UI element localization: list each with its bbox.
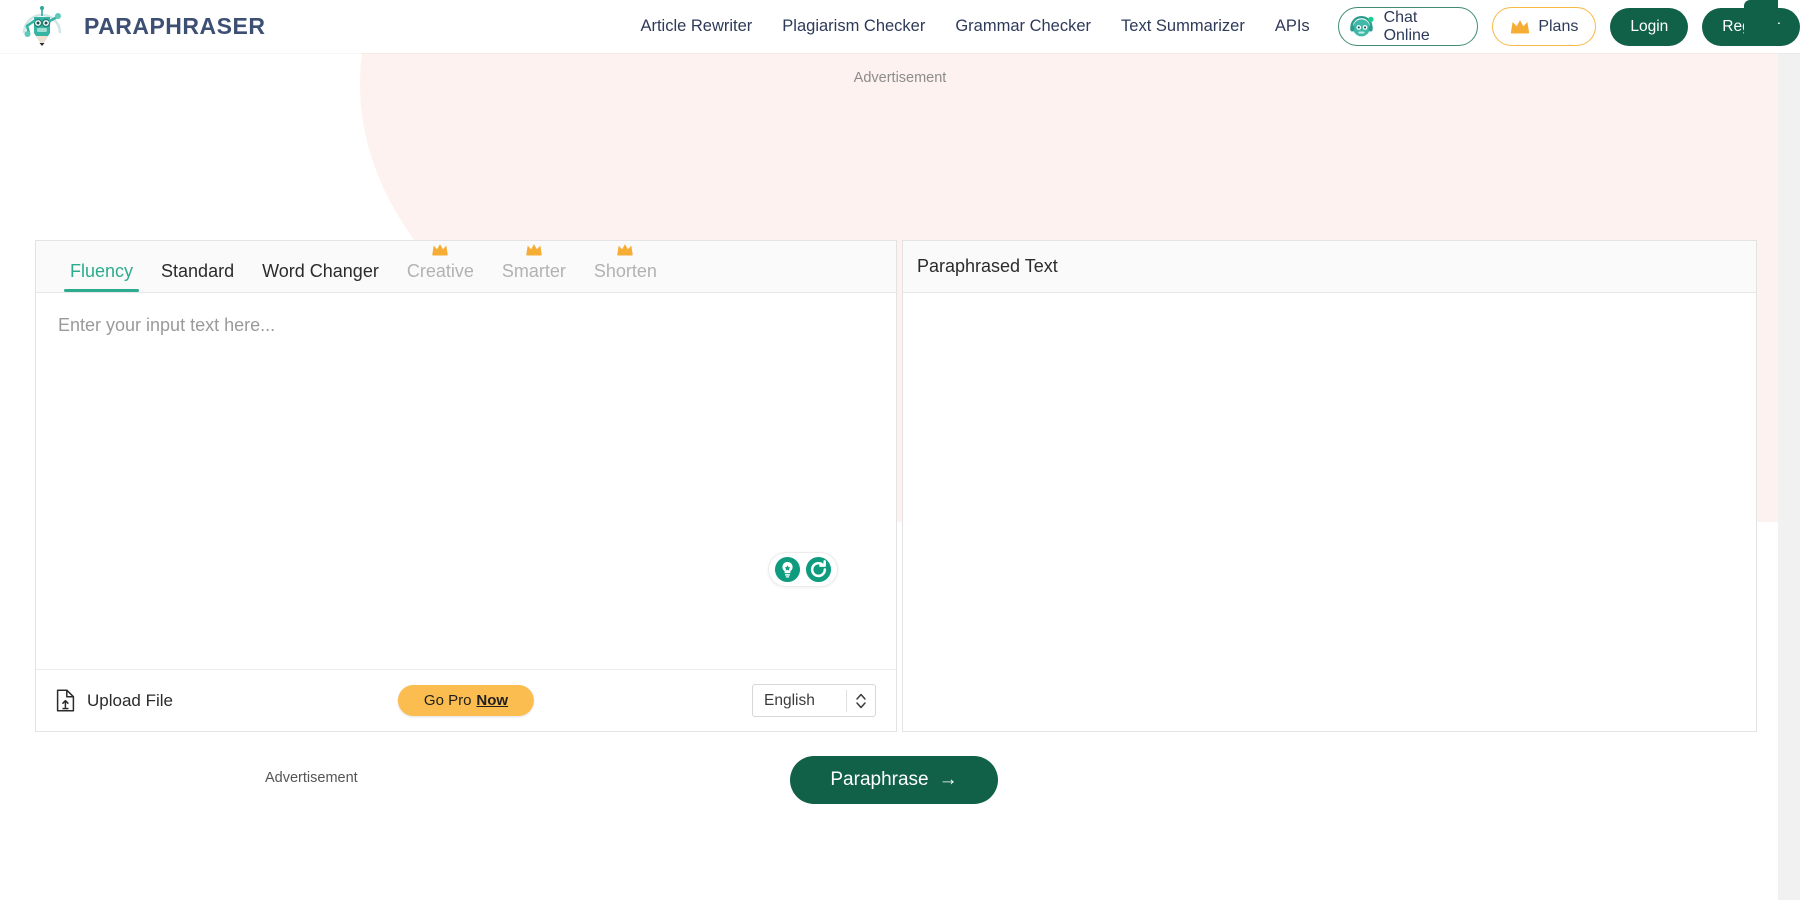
- output-panel: Paraphrased Text: [902, 240, 1757, 732]
- tab-fluency-label: Fluency: [70, 261, 134, 281]
- right-edge-strip: [1778, 52, 1800, 900]
- output-textarea[interactable]: [903, 293, 1756, 731]
- paraphrase-button-label: Paraphrase: [830, 769, 929, 790]
- chevron-updown-icon: [847, 691, 875, 711]
- file-upload-icon: [56, 689, 75, 712]
- tab-creative-label: Creative: [406, 261, 474, 281]
- go-pro-prefix: Go Pro: [423, 692, 472, 709]
- language-select-value: English: [764, 691, 815, 709]
- tab-smarter[interactable]: Smarter: [488, 244, 580, 292]
- refresh-icon[interactable]: [805, 556, 832, 583]
- tab-shorten[interactable]: Shorten: [580, 244, 671, 292]
- brand[interactable]: PARAPHRASER: [18, 3, 265, 51]
- nav-item-article-rewriter[interactable]: Article Rewriter: [640, 17, 752, 36]
- nav-item-text-summarizer[interactable]: Text Summarizer: [1121, 17, 1245, 36]
- page-root: PARAPHRASER Article Rewriter Plagiarism …: [0, 0, 1800, 900]
- editor-tool-group: [768, 552, 838, 587]
- input-placeholder: Enter your input text here...: [58, 315, 276, 335]
- tab-standard[interactable]: Standard: [147, 262, 248, 292]
- language-select[interactable]: English: [752, 684, 876, 717]
- tab-word-changer[interactable]: Word Changer: [248, 262, 393, 292]
- login-button[interactable]: Login: [1610, 7, 1689, 46]
- crown-icon: [617, 244, 634, 256]
- robot-pencil-mascot-icon: [22, 5, 62, 46]
- chat-online-button[interactable]: Chat Online: [1337, 7, 1479, 46]
- output-panel-title: Paraphrased Text: [917, 256, 1058, 276]
- nav-item-grammar-checker[interactable]: Grammar Checker: [955, 17, 1091, 36]
- tab-standard-label: Standard: [161, 261, 235, 281]
- paraphrase-button[interactable]: Paraphrase →: [790, 756, 998, 804]
- tab-shorten-label: Shorten: [593, 261, 657, 281]
- go-pro-button[interactable]: Go Pro Now: [397, 685, 535, 716]
- tab-fluency[interactable]: Fluency: [56, 262, 147, 292]
- brand-name: PARAPHRASER: [84, 13, 266, 39]
- upload-file-label: Upload File: [87, 690, 173, 710]
- arrow-right-icon: →: [938, 769, 958, 790]
- input-textarea[interactable]: Enter your input text here...: [36, 293, 896, 669]
- tab-creative[interactable]: Creative: [393, 244, 488, 292]
- tab-word-changer-label: Word Changer: [262, 261, 379, 281]
- crown-icon: [1511, 20, 1530, 34]
- editor-panels: Fluency Standard Word Changer Creative S…: [35, 240, 1757, 732]
- header-actions: Chat Online Plans Login Register: [1337, 7, 1800, 46]
- output-panel-header: Paraphrased Text: [903, 241, 1756, 293]
- crown-icon: [526, 244, 542, 256]
- advertisement-top-label: Advertisement: [853, 70, 947, 86]
- lightbulb-icon[interactable]: [774, 556, 801, 583]
- chat-avatar-icon: [1349, 15, 1374, 36]
- input-panel: Fluency Standard Word Changer Creative S…: [35, 240, 897, 732]
- plans-label: Plans: [1538, 17, 1579, 35]
- nav-item-apis[interactable]: APIs: [1275, 17, 1310, 36]
- advertisement-bottom-label: Advertisement: [265, 770, 358, 786]
- mode-tabs: Fluency Standard Word Changer Creative S…: [36, 241, 896, 293]
- chat-online-label: Chat Online: [1383, 8, 1430, 44]
- input-footer: Upload File Go Pro Now English: [36, 669, 896, 731]
- site-header: PARAPHRASER Article Rewriter Plagiarism …: [0, 0, 1800, 53]
- go-pro-emphasis: Now: [476, 692, 509, 709]
- plans-button[interactable]: Plans: [1492, 7, 1597, 46]
- crown-icon: [432, 244, 448, 256]
- tab-smarter-label: Smarter: [501, 261, 566, 281]
- main-nav: Article Rewriter Plagiarism Checker Gram…: [640, 17, 1309, 36]
- nav-item-plagiarism-checker[interactable]: Plagiarism Checker: [782, 17, 925, 36]
- upload-file-button[interactable]: Upload File: [56, 689, 173, 712]
- header-edge-accent: [1744, 0, 1778, 40]
